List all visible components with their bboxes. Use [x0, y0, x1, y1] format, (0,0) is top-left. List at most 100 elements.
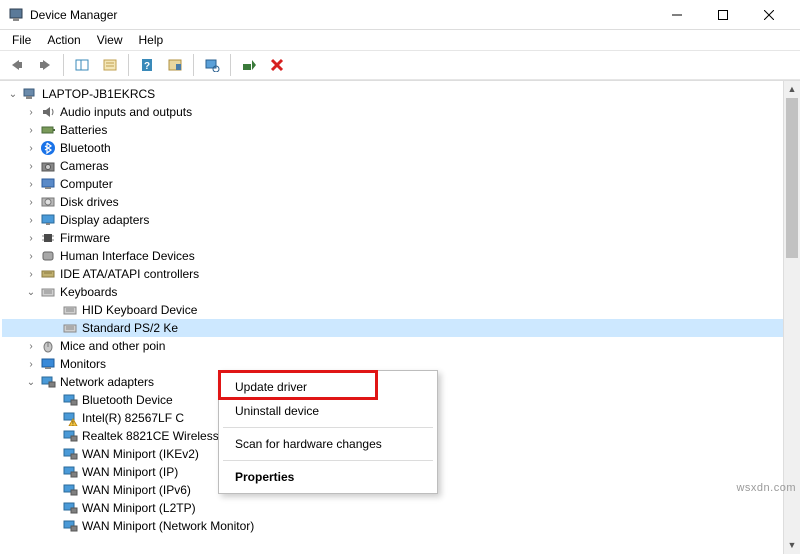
tree-item[interactable]: WAN Miniport (L2TP) [2, 499, 800, 517]
expand-toggle[interactable]: › [24, 341, 38, 352]
tree-root[interactable]: ⌄ LAPTOP-JB1EKRCS [2, 85, 800, 103]
uninstall-device-button[interactable] [264, 53, 290, 77]
tree-item[interactable]: ›Computer [2, 175, 800, 193]
expand-toggle[interactable]: ⌄ [6, 89, 20, 100]
maximize-button[interactable] [700, 0, 746, 30]
net-warn-icon: ! [62, 410, 78, 426]
context-menu: Update driver Uninstall device Scan for … [218, 370, 438, 494]
tree-item-label: Audio inputs and outputs [60, 105, 192, 119]
scan-hardware-button[interactable] [199, 53, 225, 77]
net-icon [62, 518, 78, 534]
ctx-properties[interactable]: Properties [221, 465, 435, 489]
tree-item[interactable]: HID Keyboard Device [2, 301, 800, 319]
ctx-update-driver[interactable]: Update driver [221, 375, 435, 399]
ctx-uninstall-device[interactable]: Uninstall device [221, 399, 435, 423]
app-icon [8, 7, 24, 23]
update-driver-button[interactable] [236, 53, 262, 77]
tree-item-label: Keyboards [60, 285, 117, 299]
expand-toggle[interactable]: › [24, 251, 38, 262]
expand-toggle[interactable]: › [24, 233, 38, 244]
tree-item[interactable]: ›Batteries [2, 121, 800, 139]
svg-text:?: ? [144, 61, 150, 72]
tree-item-label: WAN Miniport (IPv6) [82, 483, 191, 497]
tree-item-label: Standard PS/2 Ke [82, 321, 178, 335]
tree-item[interactable]: ›Mice and other poin [2, 337, 800, 355]
computer-icon [22, 86, 38, 102]
window-title: Device Manager [30, 8, 654, 22]
tree-item[interactable]: › Human Interface Devices [2, 247, 800, 265]
tree-item-label: IDE ATA/ATAPI controllers [60, 267, 199, 281]
battery-icon [40, 122, 56, 138]
separator [223, 427, 433, 428]
tree-item[interactable]: ›Display adapters [2, 211, 800, 229]
tree-item-label: LAPTOP-JB1EKRCS [42, 87, 155, 101]
expand-toggle[interactable]: › [24, 269, 38, 280]
tree-item[interactable]: › Firmware [2, 229, 800, 247]
menu-action[interactable]: Action [39, 31, 88, 49]
tree-item-label: Firmware [60, 231, 110, 245]
close-button[interactable] [746, 0, 792, 30]
forward-button[interactable] [32, 53, 58, 77]
expand-toggle[interactable]: › [24, 161, 38, 172]
menu-view[interactable]: View [89, 31, 131, 49]
expand-toggle[interactable]: ⌄ [24, 287, 38, 298]
tree-item-label: Human Interface Devices [60, 249, 195, 263]
keyboard-icon [40, 284, 56, 300]
tree-item[interactable]: ›Cameras [2, 157, 800, 175]
bt-icon [40, 140, 56, 156]
expand-toggle[interactable]: › [24, 215, 38, 226]
show-hidden-button[interactable] [69, 53, 95, 77]
help-button[interactable]: ? [134, 53, 160, 77]
menu-file[interactable]: File [4, 31, 39, 49]
tree-item-label: Network adapters [60, 375, 154, 389]
tree-item-label: HID Keyboard Device [82, 303, 197, 317]
net-icon [62, 482, 78, 498]
mouse-icon [40, 338, 56, 354]
camera-icon [40, 158, 56, 174]
properties-button[interactable] [97, 53, 123, 77]
menubar: File Action View Help [0, 30, 800, 50]
separator [193, 54, 194, 76]
expand-toggle[interactable]: › [24, 143, 38, 154]
chip-icon [40, 230, 56, 246]
separator [128, 54, 129, 76]
tree-item-label: Bluetooth [60, 141, 111, 155]
menu-help[interactable]: Help [131, 31, 172, 49]
hid-icon [40, 248, 56, 264]
ctx-scan-hardware[interactable]: Scan for hardware changes [221, 432, 435, 456]
display-icon [40, 212, 56, 228]
expand-toggle[interactable]: › [24, 107, 38, 118]
expand-toggle[interactable]: ⌄ [24, 377, 38, 388]
expand-toggle[interactable]: › [24, 197, 38, 208]
net-icon [62, 392, 78, 408]
net-icon [62, 446, 78, 462]
tree-item-label: WAN Miniport (L2TP) [82, 501, 196, 515]
window-controls [654, 0, 792, 30]
tree-item-label: Bluetooth Device [82, 393, 173, 407]
tree-item[interactable]: WAN Miniport (Network Monitor) [2, 517, 800, 535]
tree-item[interactable]: ›Disk drives [2, 193, 800, 211]
scroll-up-arrow[interactable]: ▲ [784, 81, 800, 98]
tree-item[interactable]: › Bluetooth [2, 139, 800, 157]
separator [223, 460, 433, 461]
toolbar: ? [0, 50, 800, 80]
minimize-button[interactable] [654, 0, 700, 30]
computer-icon [40, 176, 56, 192]
separator [230, 54, 231, 76]
scroll-down-arrow[interactable]: ▼ [784, 537, 800, 554]
tree-item-label: Intel(R) 82567LF C [82, 411, 184, 425]
expand-toggle[interactable]: › [24, 125, 38, 136]
tree-item[interactable]: ⌄ Keyboards [2, 283, 800, 301]
expand-toggle[interactable]: › [24, 359, 38, 370]
net-icon [62, 428, 78, 444]
scroll-thumb[interactable] [786, 98, 798, 258]
tree-item[interactable]: › IDE ATA/ATAPI controllers [2, 265, 800, 283]
back-button[interactable] [4, 53, 30, 77]
ide-icon [40, 266, 56, 282]
expand-toggle[interactable]: › [24, 179, 38, 190]
titlebar: Device Manager [0, 0, 800, 30]
tree-item[interactable]: › Audio inputs and outputs [2, 103, 800, 121]
watermark: wsxdn.com [736, 482, 796, 494]
tree-item[interactable]: Standard PS/2 Ke [2, 319, 800, 337]
action-button[interactable] [162, 53, 188, 77]
